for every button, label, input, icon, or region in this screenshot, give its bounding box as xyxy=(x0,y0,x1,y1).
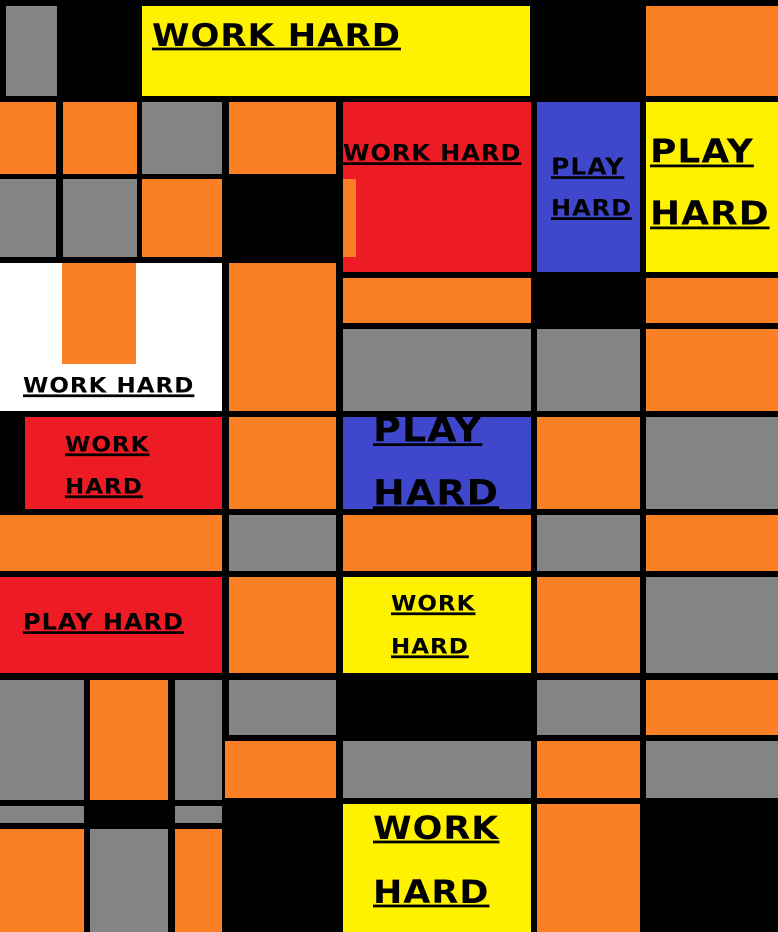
gray-block xyxy=(90,829,168,932)
orange-block xyxy=(229,102,336,174)
blue-mid-hard-text: HARD xyxy=(373,472,500,513)
red-block xyxy=(343,102,531,272)
orange-inset-block xyxy=(62,263,136,364)
orange-block xyxy=(90,680,168,800)
orange-block xyxy=(343,515,531,571)
orange-block xyxy=(63,102,137,174)
blue-block xyxy=(537,102,640,272)
gray-block xyxy=(343,741,531,798)
gray-block xyxy=(175,680,222,800)
orange-block xyxy=(175,829,222,932)
orange-block xyxy=(646,515,778,571)
orange-block xyxy=(0,102,56,174)
gray-block xyxy=(0,179,56,257)
blue-hard-text: HARD xyxy=(551,195,633,221)
blue-mid-play-text: PLAY xyxy=(373,409,483,450)
orange-block xyxy=(646,278,778,323)
gray-block xyxy=(63,179,137,257)
orange-block xyxy=(537,804,640,932)
orange-block xyxy=(537,741,640,798)
orange-block xyxy=(229,577,336,673)
yellow-mid-hard-text: HARD xyxy=(391,635,469,660)
white-work-hard-text: WORK HARD xyxy=(23,374,195,399)
gray-block xyxy=(0,680,84,800)
banner-work-hard-text: WORK HARD xyxy=(152,17,401,55)
blue-play-text: PLAY xyxy=(551,153,625,180)
gray-block xyxy=(6,6,57,96)
orange-block xyxy=(229,263,336,411)
gray-block xyxy=(537,329,640,411)
orange-block xyxy=(646,329,778,411)
gray-block xyxy=(229,680,336,735)
yellow-mid-work-text: WORK xyxy=(391,592,476,617)
gray-block xyxy=(646,741,778,798)
orange-block xyxy=(343,278,531,323)
gray-block xyxy=(142,102,222,174)
red-play-hard-text: PLAY HARD xyxy=(23,609,184,635)
gray-block xyxy=(646,577,778,673)
gray-block xyxy=(343,329,531,411)
orange-block xyxy=(537,577,640,673)
yellow-bottom-work-text: WORK xyxy=(373,810,500,848)
yellow-play-text: PLAY xyxy=(650,133,754,171)
red-left-work-text: WORK xyxy=(65,433,150,458)
yellow-hard-text: HARD xyxy=(650,195,770,233)
red-work-hard-text: WORK HARD xyxy=(343,140,522,166)
orange-block xyxy=(646,680,778,735)
orange-block xyxy=(646,6,778,96)
gray-strip-block xyxy=(175,806,222,823)
yellow-bottom-hard-text: HARD xyxy=(373,874,490,912)
gray-block xyxy=(646,417,778,509)
orange-block xyxy=(0,515,222,571)
orange-block xyxy=(225,741,336,798)
orange-block xyxy=(0,829,84,932)
gray-block xyxy=(537,515,640,571)
yellow-block xyxy=(646,102,778,272)
gray-block xyxy=(229,515,336,571)
orange-block xyxy=(142,179,222,257)
gray-strip-block xyxy=(0,806,84,823)
gray-block xyxy=(537,680,640,735)
orange-sliver-block xyxy=(343,179,356,257)
mondrian-grid-canvas: WORK HARD WORK HARD PLAY HARD PLAY HARD … xyxy=(0,0,778,932)
red-left-hard-text: HARD xyxy=(65,475,143,500)
orange-block xyxy=(229,417,336,509)
orange-block xyxy=(537,417,640,509)
